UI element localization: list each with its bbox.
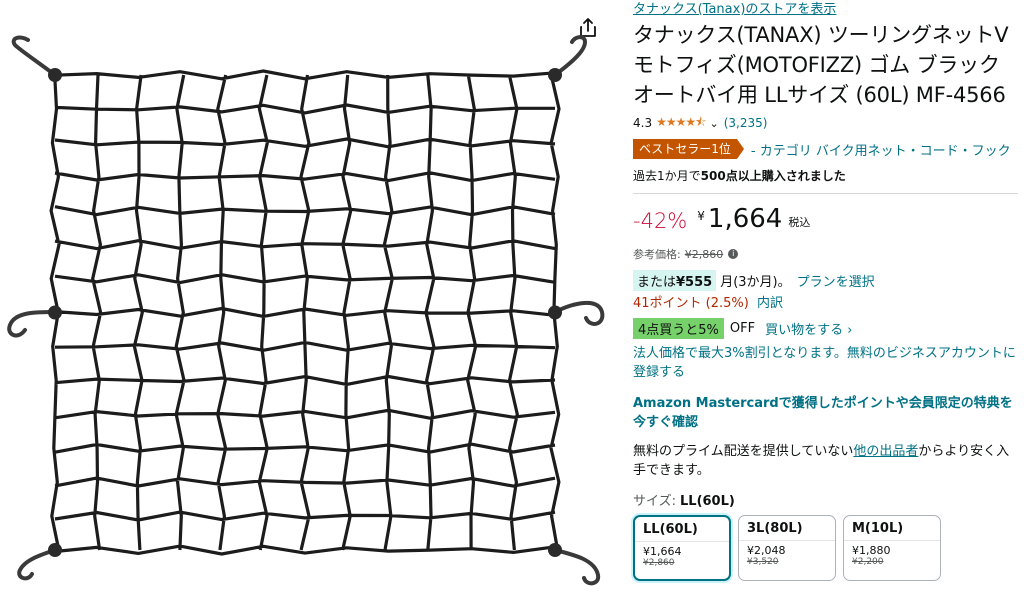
product-image-panel[interactable] bbox=[0, 0, 620, 612]
net-corner-clip bbox=[548, 543, 562, 557]
chevron-down-icon[interactable]: ⌄ bbox=[710, 117, 719, 130]
bestseller-badge[interactable]: ベストセラー1位 bbox=[633, 139, 744, 159]
net-corner-clip bbox=[548, 68, 562, 82]
size-label: サイズ: LL(60L) bbox=[633, 490, 1018, 509]
divider bbox=[633, 193, 1018, 194]
size-option-body: ¥1,664 ¥2,860 bbox=[635, 542, 729, 568]
price-value: 1,664 bbox=[707, 204, 783, 234]
size-option-ll[interactable]: LL(60L) ¥1,664 ¥2,860 bbox=[633, 515, 731, 581]
business-account-link[interactable]: 法人価格で最大3%割引となります。無料のビジネスアカウントに登録する bbox=[633, 344, 1018, 382]
points-value: 41ポイント (2.5%) bbox=[633, 296, 749, 311]
promo-badge: 4点買うと5% bbox=[633, 317, 724, 339]
net-corner-clip bbox=[548, 305, 562, 320]
bought-prefix: 過去1か月で bbox=[633, 169, 701, 183]
size-option-name: LL(60L) bbox=[635, 517, 729, 542]
size-option-price: ¥1,880 bbox=[852, 544, 891, 557]
bestseller-row: ベストセラー1位 - カテゴリ バイク用ネット・コード・フック bbox=[633, 139, 1018, 159]
product-title: タナックス(TANAX) ツーリングネットV モトフィズ(MOTOFIZZ) ゴ… bbox=[633, 23, 1009, 107]
size-option-name: M(10L) bbox=[844, 516, 940, 541]
product-detail-panel: タナックス(Tanax)のストアを表示 タナックス(TANAX) ツーリングネッ… bbox=[633, 0, 1018, 581]
installment-amount: ¥555 bbox=[676, 274, 713, 290]
size-option-ref-price: ¥2,200 bbox=[852, 557, 884, 567]
discount-percent: -42% bbox=[633, 209, 688, 233]
bought-count: 過去1か月で500点以上購入されました bbox=[633, 166, 1018, 186]
size-option-3l[interactable]: 3L(80L) ¥2,048 ¥3,520 bbox=[738, 515, 836, 581]
size-option-price: ¥1,664 bbox=[643, 545, 682, 558]
price-row: -42% ¥ 1,664 税込 bbox=[633, 204, 1018, 238]
installment-badge: または¥555 bbox=[633, 269, 717, 291]
installment-period: 月(3か月)。 bbox=[720, 274, 791, 290]
promo-row: 4点買うと5% OFF 買い物をする › bbox=[633, 317, 1018, 339]
reference-price: ¥2,860 bbox=[684, 247, 724, 261]
select-plan-link[interactable]: プランを選択 bbox=[797, 271, 875, 290]
promo-shop-link[interactable]: 買い物をする › bbox=[765, 319, 852, 338]
reference-price-row: 参考価格: ¥2,860 i bbox=[633, 246, 1018, 262]
currency-symbol: ¥ bbox=[697, 209, 705, 223]
net-corner-clip bbox=[48, 68, 62, 82]
rating-row: 4.3 ★★★★⯪ ⌄ (3,235) bbox=[633, 112, 1018, 134]
net-hook bbox=[553, 301, 605, 326]
promo-off-label: OFF bbox=[729, 320, 756, 336]
size-label-text: サイズ: bbox=[633, 494, 676, 509]
installment-prefix: または bbox=[637, 274, 677, 290]
rating-count-link[interactable]: (3,235) bbox=[724, 116, 768, 130]
bestseller-category-link[interactable]: - カテゴリ バイク用ネット・コード・フック bbox=[751, 140, 1011, 159]
size-option-ref-price: ¥2,860 bbox=[643, 558, 675, 568]
installment-row: または¥555 月(3か月)。 プランを選択 bbox=[633, 269, 1018, 291]
net-mesh bbox=[49, 69, 561, 556]
tax-label: 税込 bbox=[788, 216, 811, 229]
rating-value: 4.3 bbox=[633, 116, 653, 130]
size-selected: LL(60L) bbox=[680, 494, 735, 509]
reference-price-label: 参考価格: bbox=[633, 248, 681, 261]
net-hook bbox=[553, 35, 588, 77]
prime-prefix: 無料のプライム配送を提供していない bbox=[633, 444, 854, 459]
net-corner-clip bbox=[48, 543, 62, 557]
net-hook bbox=[11, 35, 57, 77]
size-options: LL(60L) ¥1,664 ¥2,860 3L(80L) ¥2,048 ¥3,… bbox=[633, 515, 1018, 581]
mastercard-promo-link[interactable]: Amazon Mastercardで獲得したポイントや会員限定の特典を今すぐ確認 bbox=[633, 394, 1018, 432]
size-option-name: 3L(80L) bbox=[739, 516, 835, 541]
size-option-m[interactable]: M(10L) ¥1,880 ¥2,200 bbox=[843, 515, 941, 581]
other-sellers-link[interactable]: 他の出品者 bbox=[853, 444, 918, 459]
info-icon[interactable]: i bbox=[728, 249, 739, 259]
size-option-body: ¥2,048 ¥3,520 bbox=[739, 541, 835, 567]
points-row: 41ポイント (2.5%) 内訳 bbox=[633, 294, 1018, 314]
net-hook bbox=[7, 310, 57, 338]
bought-amount: 500点以上購入されました bbox=[700, 169, 846, 183]
size-option-body: ¥1,880 ¥2,200 bbox=[844, 541, 940, 567]
star-rating-icon[interactable]: ★★★★⯪ bbox=[656, 113, 706, 134]
size-option-ref-price: ¥3,520 bbox=[747, 557, 779, 567]
size-option-price: ¥2,048 bbox=[747, 544, 786, 557]
points-breakdown-link[interactable]: 内訳 bbox=[757, 296, 783, 311]
store-link[interactable]: タナックス(Tanax)のストアを表示 bbox=[633, 0, 1018, 20]
cargo-net-image bbox=[7, 35, 605, 586]
net-hook bbox=[553, 548, 601, 586]
net-corner-clip bbox=[48, 305, 62, 320]
prime-notice: 無料のプライム配送を提供していない他の出品者からより安く入手できます。 bbox=[633, 442, 1018, 480]
